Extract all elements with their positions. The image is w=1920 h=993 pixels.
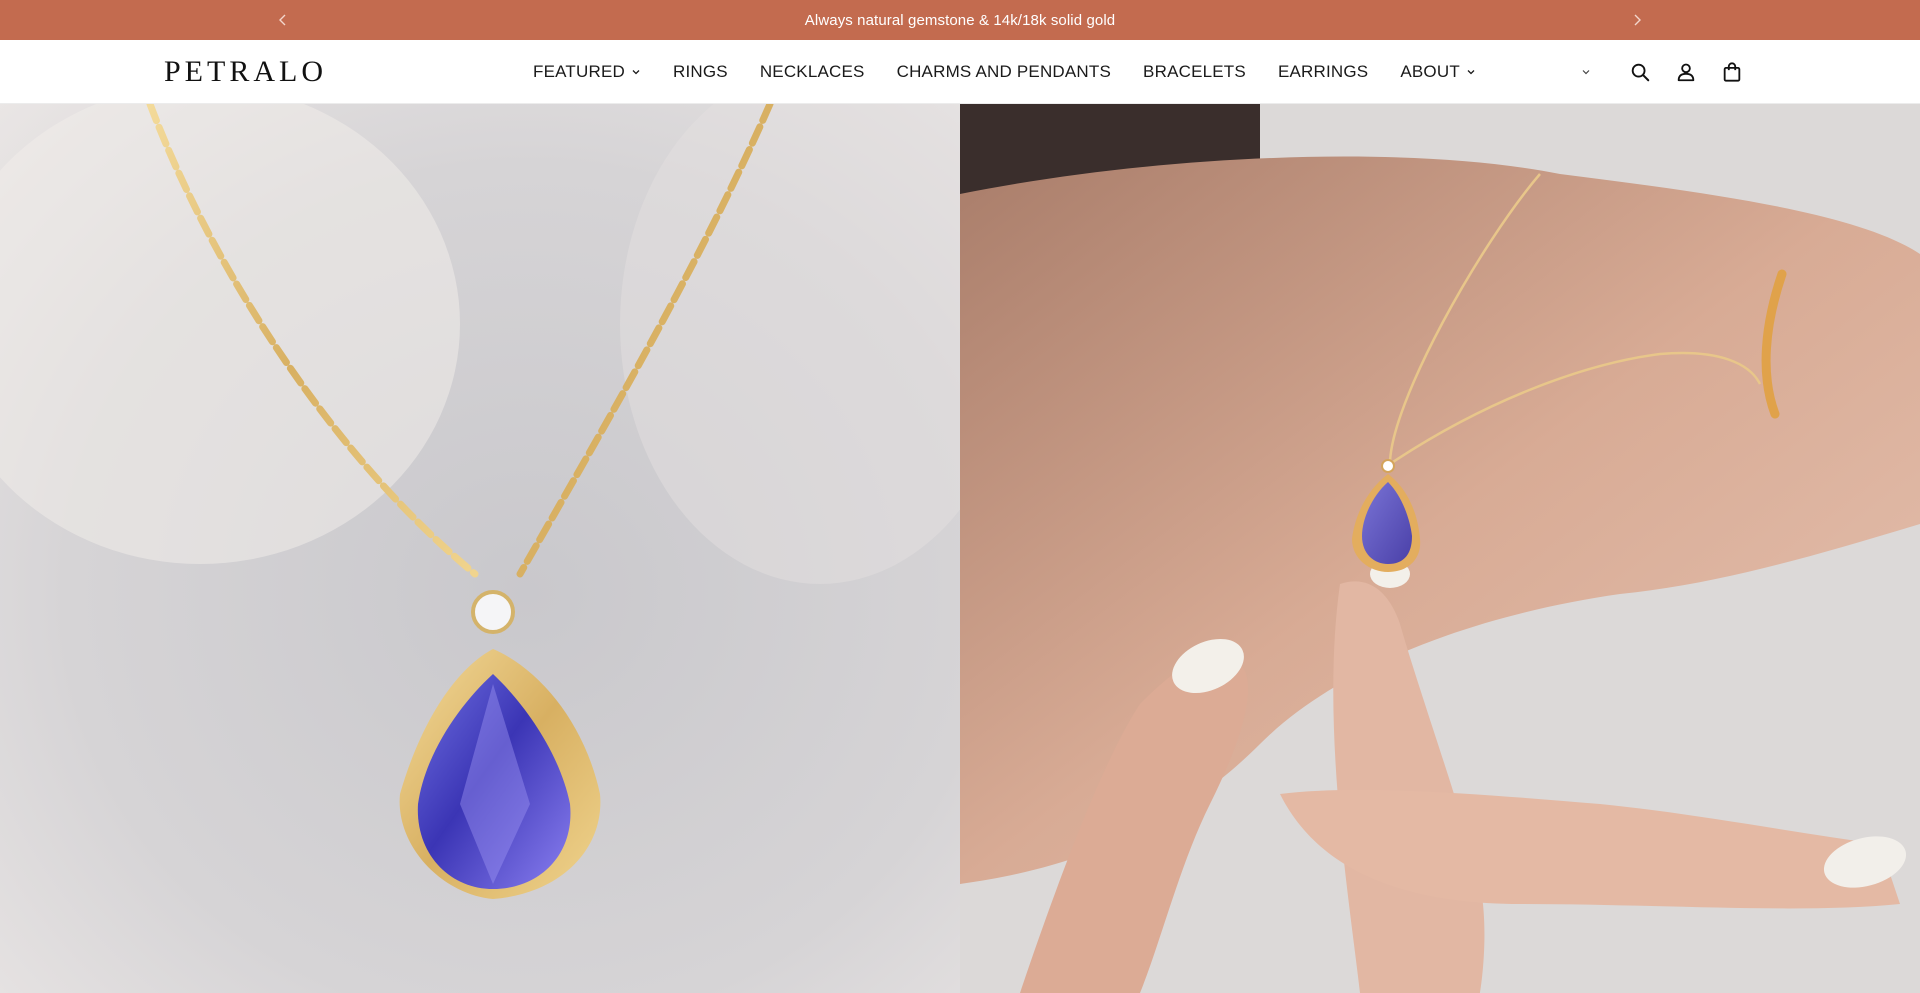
nav-item-rings[interactable]: RINGS: [673, 40, 728, 104]
nav-item-charms-and-pendants[interactable]: CHARMS AND PENDANTS: [897, 40, 1111, 104]
chevron-left-icon: [279, 14, 286, 26]
pendant-closeup-illustration: [0, 104, 960, 993]
chevron-down-icon: [1582, 70, 1590, 75]
announcement-next-button[interactable]: [1617, 0, 1657, 40]
nav-item-label: ABOUT: [1400, 62, 1460, 81]
account-button[interactable]: [1672, 58, 1700, 86]
nav-item-earrings[interactable]: EARRINGS: [1278, 40, 1368, 104]
cart-icon: [1723, 62, 1741, 82]
site-logo[interactable]: PETRALO: [164, 54, 327, 90]
nav-item-label: EARRINGS: [1277, 62, 1369, 81]
nav-item-label: NECKLACES: [759, 62, 865, 81]
search-button[interactable]: [1626, 58, 1654, 86]
site-header: PETRALO FEATURED RINGS NECKLACES CHARMS …: [0, 40, 1920, 104]
nav-item-necklaces[interactable]: NECKLACES: [760, 40, 865, 104]
chevron-down-icon: [631, 67, 641, 77]
announcement-text: Always natural gemstone & 14k/18k solid …: [804, 11, 1116, 29]
nav-item-about[interactable]: ABOUT: [1400, 40, 1476, 104]
account-icon: [1677, 63, 1695, 82]
nav-item-label: RINGS: [672, 62, 728, 81]
announcement-bar: Always natural gemstone & 14k/18k solid …: [0, 0, 1920, 40]
pendant-on-hand-illustration: [960, 104, 1920, 993]
search-icon: [1631, 63, 1650, 82]
nav-item-featured[interactable]: FEATURED: [533, 40, 641, 104]
announcement-prev-button[interactable]: [263, 0, 303, 40]
chevron-right-icon: [1634, 14, 1641, 26]
nav-item-label: BRACELETS: [1143, 62, 1246, 81]
header-actions: [1580, 40, 1746, 104]
nav-item-label: FEATURED: [533, 62, 625, 81]
main-nav: FEATURED RINGS NECKLACES CHARMS AND PEND…: [533, 40, 1476, 104]
cart-button[interactable]: [1718, 58, 1746, 86]
nav-item-bracelets[interactable]: BRACELETS: [1143, 40, 1246, 104]
locale-selector[interactable]: [1580, 66, 1592, 78]
nav-item-label: CHARMS AND PENDANTS: [896, 62, 1112, 81]
chevron-down-icon: [1466, 67, 1476, 77]
hero-gallery: [0, 104, 1920, 993]
hero-image-pendant-on-hand[interactable]: [960, 104, 1920, 993]
hero-image-pendant-closeup[interactable]: [0, 104, 960, 993]
